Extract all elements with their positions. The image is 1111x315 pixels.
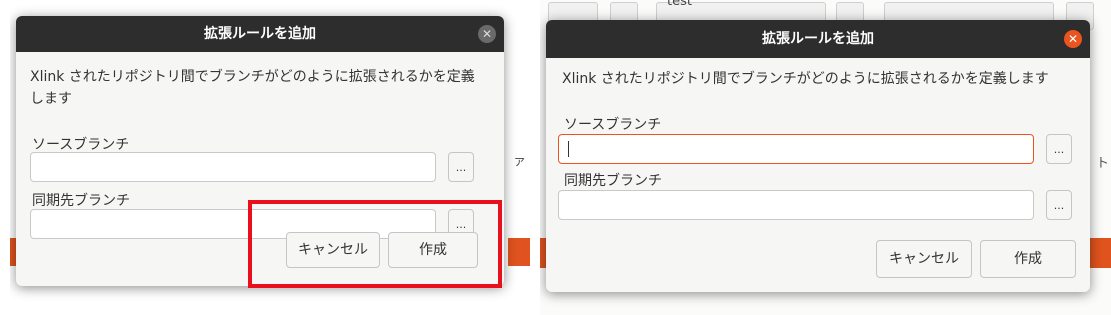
target-branch-input[interactable] xyxy=(558,190,1034,220)
bg-edge-text: ァ xyxy=(513,154,527,169)
target-branch-label: 同期先ブランチ xyxy=(564,173,662,189)
description-line: Xlink されたリポジトリ間でブランチがどのように拡張されるかを定義 xyxy=(30,69,475,85)
dialog-title: 拡張ルールを追加 xyxy=(204,26,316,42)
dialog-title: 拡張ルールを追加 xyxy=(762,31,874,47)
text-caret xyxy=(568,141,569,157)
bg-accent-strip xyxy=(1088,238,1111,268)
bg-search-text: test xyxy=(667,0,692,9)
source-branch-label: ソースブランチ xyxy=(564,117,662,133)
dialog-titlebar: 拡張ルールを追加 xyxy=(546,20,1090,58)
cancel-button[interactable]: キャンセル xyxy=(876,240,972,278)
source-branch-input[interactable] xyxy=(30,152,436,182)
bg-edge-text: ト xyxy=(1096,156,1110,171)
right-screenshot: test ト 拡張ルールを追加 ✕ Xlink されたリポジトリ間でブランチがど… xyxy=(540,0,1111,315)
description-line: します xyxy=(30,91,72,107)
dialog-titlebar: 拡張ルールを追加 xyxy=(16,16,504,52)
source-browse-button[interactable]: ... xyxy=(1046,134,1072,164)
source-browse-button[interactable]: ... xyxy=(448,152,474,182)
highlight-annotation xyxy=(248,200,502,288)
bg-accent-strip xyxy=(508,238,530,266)
create-button[interactable]: 作成 xyxy=(980,240,1076,278)
dialog-description: Xlink されたリポジトリ間でブランチがどのように拡張されるかを定義します xyxy=(562,71,1049,87)
left-screenshot: ァ 拡張ルールを追加 ✕ Xlink されたリポジトリ間でブランチがどのように拡… xyxy=(10,0,530,315)
add-extension-rule-dialog: 拡張ルールを追加 ✕ Xlink されたリポジトリ間でブランチがどのように拡張さ… xyxy=(546,20,1090,292)
target-browse-button[interactable]: ... xyxy=(1046,190,1072,220)
dialog-description: Xlink されたリポジトリ間でブランチがどのように拡張されるかを定義 します xyxy=(30,66,475,110)
source-branch-input[interactable] xyxy=(558,134,1034,164)
target-branch-label: 同期先ブランチ xyxy=(32,193,130,209)
close-icon[interactable]: ✕ xyxy=(1064,30,1082,48)
source-branch-label: ソースブランチ xyxy=(32,137,130,153)
close-icon[interactable]: ✕ xyxy=(478,25,496,43)
